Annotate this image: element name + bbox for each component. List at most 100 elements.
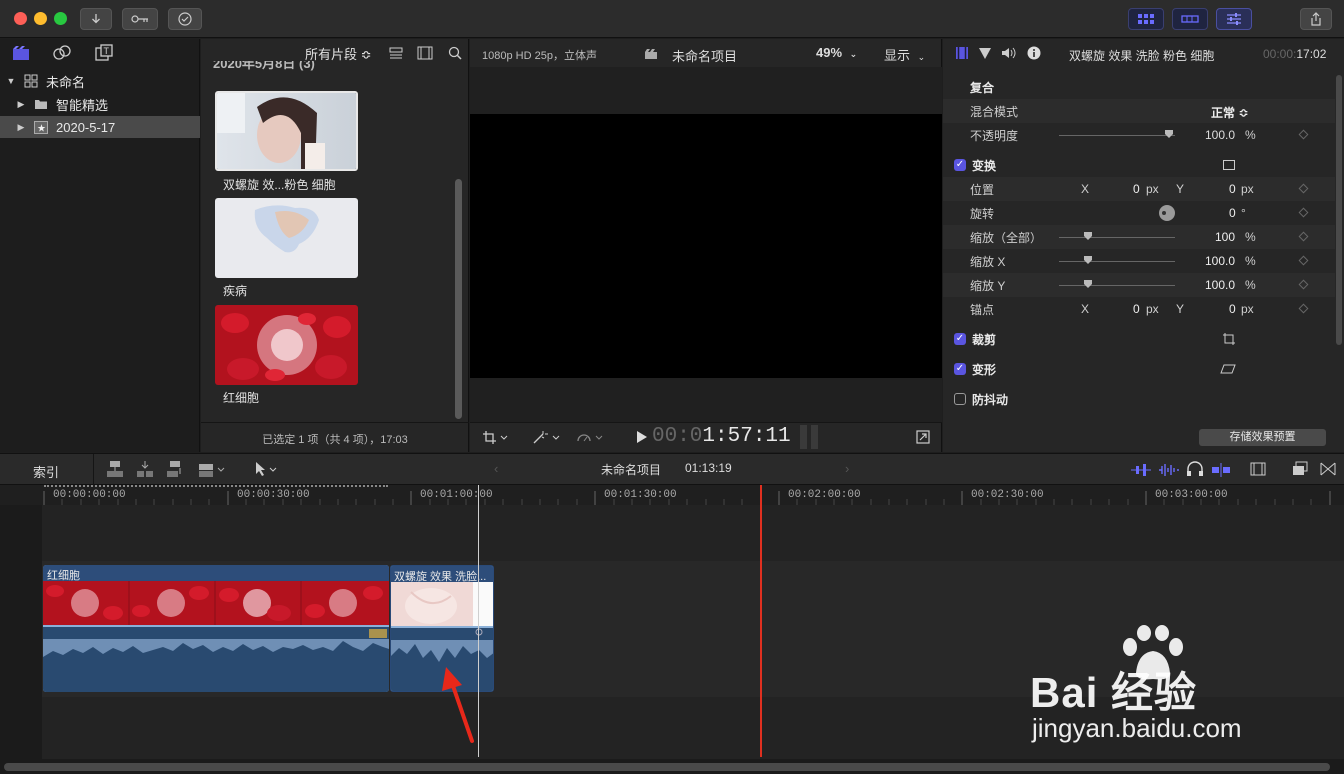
ruler-label: 00:02:30:00 <box>971 489 1044 501</box>
history-back-icon[interactable]: ‹ <box>494 461 498 476</box>
scale-y-slider[interactable] <box>1059 285 1175 286</box>
close-window-button[interactable] <box>14 12 27 25</box>
scale-x-value[interactable]: 100.0 <box>1205 254 1235 268</box>
inspector-scrollbar[interactable] <box>1336 75 1342 345</box>
playhead-line[interactable] <box>760 485 762 757</box>
video-inspector-tab-icon[interactable] <box>955 46 969 63</box>
browser-scrollbar[interactable] <box>455 179 462 419</box>
blend-mode-select[interactable]: 正常 ≎ <box>1211 104 1248 121</box>
import-button[interactable] <box>80 8 112 30</box>
keyframe-diamond-icon[interactable] <box>1298 231 1309 242</box>
fullscreen-icon[interactable] <box>916 430 930 447</box>
headphones-icon[interactable] <box>1186 461 1204 480</box>
scale-all-slider-knob[interactable] <box>1084 232 1092 240</box>
clip-appearance-icon[interactable] <box>389 47 403 62</box>
show-inspector-button[interactable] <box>1216 8 1252 30</box>
timeline-ruler[interactable]: 00:00:00:00 00:00:30:00 00:01:00:00 00:0… <box>0 485 1344 505</box>
scale-all-value[interactable]: 100 <box>1215 230 1235 244</box>
composite-section[interactable]: 复合 <box>943 75 1335 99</box>
library-item-smart-collections[interactable]: ▶ 智能精选 <box>0 93 200 115</box>
keyframe-diamond-icon[interactable] <box>1298 279 1309 290</box>
titles-generators-tab-icon[interactable]: T <box>94 44 114 65</box>
play-icon[interactable] <box>636 430 648 447</box>
keyframe-diamond-icon[interactable] <box>1298 183 1309 194</box>
stabilize-checkbox[interactable] <box>954 393 966 405</box>
anchor-x-value[interactable]: 0 <box>1133 302 1140 316</box>
opacity-slider-knob[interactable] <box>1165 130 1173 138</box>
keyframe-diamond-icon[interactable] <box>1298 129 1309 140</box>
scale-y-value[interactable]: 100.0 <box>1205 278 1235 292</box>
date-group-header[interactable]: 2020年5月8日 (3) <box>213 61 315 72</box>
transform-section[interactable]: ✓ 变换 <box>943 153 1335 177</box>
rotation-value[interactable]: 0 <box>1229 206 1236 220</box>
stabilize-section[interactable]: 防抖动 <box>943 387 1335 411</box>
minimize-window-button[interactable] <box>34 12 47 25</box>
index-button[interactable]: 索引 <box>33 462 59 481</box>
rotation-dial-icon[interactable] <box>1158 204 1176 222</box>
scale-x-slider-knob[interactable] <box>1084 256 1092 264</box>
crop-icon[interactable] <box>482 430 508 447</box>
video-canvas[interactable] <box>470 114 942 378</box>
keyframe-diamond-icon[interactable] <box>1298 303 1309 314</box>
scale-x-slider[interactable] <box>1059 261 1175 262</box>
ruler-label: 00:01:00:00 <box>420 489 493 501</box>
speaker-icon[interactable] <box>1001 46 1017 63</box>
history-forward-icon[interactable]: › <box>845 461 849 476</box>
disclosure-closed-icon[interactable]: ▶ <box>14 122 28 133</box>
effects-browser-icon[interactable] <box>1292 461 1308 480</box>
show-browser-button[interactable] <box>1128 8 1164 30</box>
transform-onscreen-icon[interactable] <box>1222 159 1236 171</box>
photos-audio-tab-icon[interactable] <box>52 45 72 64</box>
scale-all-slider[interactable] <box>1059 237 1175 238</box>
crop-checkbox[interactable]: ✓ <box>954 333 966 345</box>
scale-y-label: 缩放 Y <box>970 278 1006 293</box>
waveform-icon[interactable] <box>1158 462 1180 481</box>
viewer-timecode[interactable]: 00:01:57:11 <box>652 425 791 448</box>
show-timeline-button[interactable] <box>1172 8 1208 30</box>
disclosure-open-icon[interactable]: ▼ <box>4 76 18 86</box>
timeline-clip-red-cells[interactable]: 红细胞 <box>43 565 389 692</box>
anchor-y-value[interactable]: 0 <box>1229 302 1236 316</box>
position-x-value[interactable]: 0 <box>1133 182 1140 196</box>
display-menu[interactable]: 显示 ⌄ <box>884 45 925 64</box>
background-tasks-button[interactable] <box>168 8 202 30</box>
browser-clip-thumbnail[interactable] <box>215 91 358 171</box>
libraries-tab-icon[interactable] <box>12 45 30 64</box>
library-root-row[interactable]: ▼ 未命名 <box>0 70 200 92</box>
transitions-browser-icon[interactable] <box>1320 462 1336 479</box>
zoom-menu[interactable]: 49% ⌄ <box>816 45 857 60</box>
crop-section[interactable]: ✓ 裁剪 <box>943 327 1335 351</box>
append-clip-icon[interactable] <box>166 460 184 481</box>
clip-appearance-icon[interactable] <box>1250 462 1266 479</box>
browser-clip-thumbnail[interactable] <box>215 305 358 385</box>
scale-y-slider-knob[interactable] <box>1084 280 1092 288</box>
crop-onscreen-icon[interactable] <box>1222 332 1236 346</box>
save-effects-preset-button[interactable]: 存储效果预置 <box>1199 429 1326 446</box>
position-y-value[interactable]: 0 <box>1229 182 1236 196</box>
insert-clip-icon[interactable] <box>136 460 154 481</box>
distort-checkbox[interactable]: ✓ <box>954 363 966 375</box>
connect-clip-icon[interactable] <box>106 460 124 481</box>
snapping-icon[interactable] <box>1210 462 1232 481</box>
keyword-button[interactable] <box>122 8 158 30</box>
info-icon[interactable] <box>1027 46 1041 63</box>
audio-skimming-icon[interactable] <box>1130 462 1152 481</box>
retime-speed-icon[interactable] <box>576 430 608 447</box>
share-button[interactable] <box>1300 8 1332 30</box>
timeline-scrollbar[interactable] <box>4 763 1330 771</box>
transform-checkbox[interactable]: ✓ <box>954 159 966 171</box>
enhance-wand-icon[interactable] <box>532 430 562 447</box>
overwrite-clip-icon[interactable] <box>198 460 228 481</box>
browser-clip-thumbnail[interactable] <box>215 198 358 278</box>
distort-onscreen-icon[interactable] <box>1220 363 1236 375</box>
color-inspector-tab-icon[interactable] <box>978 46 992 63</box>
opacity-slider[interactable] <box>1059 135 1175 136</box>
library-item-event[interactable]: ▶ ★ 2020-5-17 <box>0 116 200 138</box>
select-tool-icon[interactable] <box>254 460 280 481</box>
keyframe-diamond-icon[interactable] <box>1298 207 1309 218</box>
keyframe-diamond-icon[interactable] <box>1298 255 1309 266</box>
opacity-value[interactable]: 100.0 <box>1205 128 1235 142</box>
disclosure-closed-icon[interactable]: ▶ <box>14 99 28 110</box>
zoom-window-button[interactable] <box>54 12 67 25</box>
distort-section[interactable]: ✓ 变形 <box>943 357 1335 381</box>
